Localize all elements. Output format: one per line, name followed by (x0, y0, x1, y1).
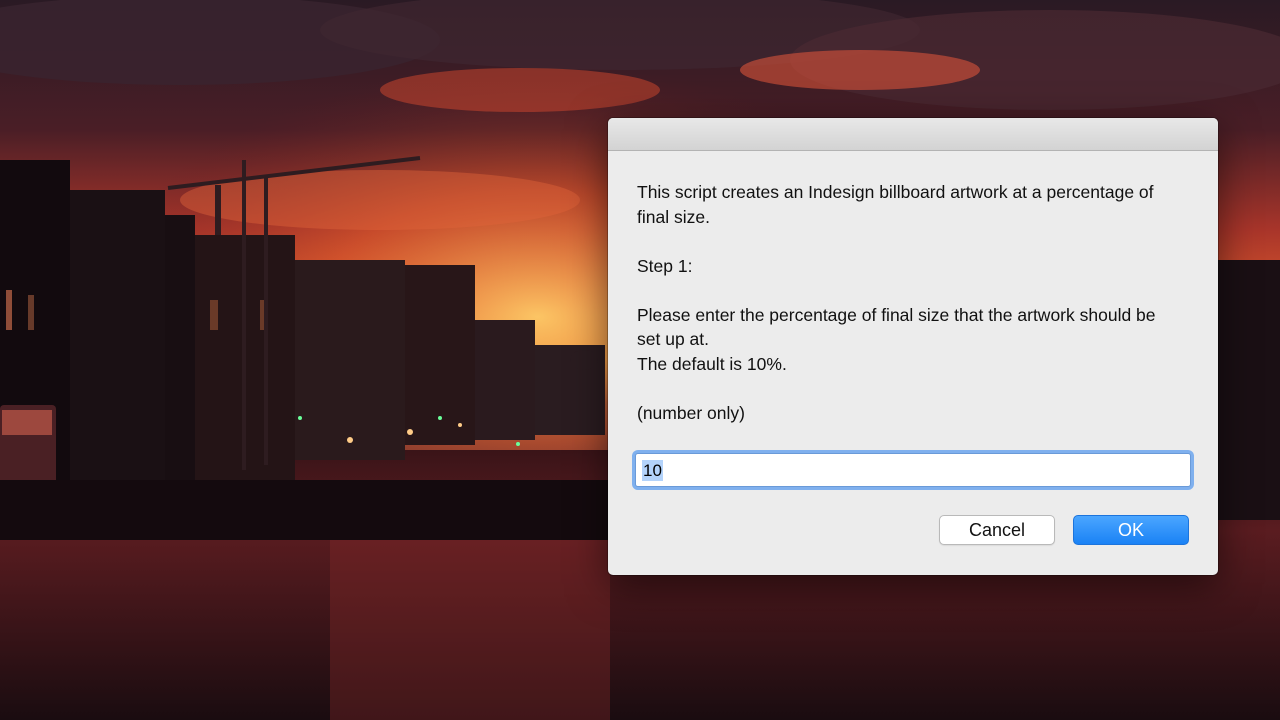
message-step: Step 1: (637, 255, 693, 276)
desktop-background: This script creates an Indesign billboar… (0, 0, 1280, 720)
script-prompt-dialog: This script creates an Indesign billboar… (608, 118, 1218, 575)
percentage-input-value: 10 (642, 460, 663, 481)
cancel-button[interactable]: Cancel (939, 515, 1055, 545)
message-instruction-line2: The default is 10%. (637, 353, 787, 374)
percentage-input-field[interactable]: 10 (635, 453, 1191, 487)
message-note: (number only) (637, 402, 745, 423)
dialog-message: This script creates an Indesign billboar… (637, 180, 1177, 450)
dialog-titlebar[interactable] (608, 118, 1218, 151)
ok-button[interactable]: OK (1073, 515, 1189, 545)
message-intro: This script creates an Indesign billboar… (637, 182, 1154, 227)
message-instruction-line1: Please enter the percentage of final siz… (637, 304, 1156, 350)
